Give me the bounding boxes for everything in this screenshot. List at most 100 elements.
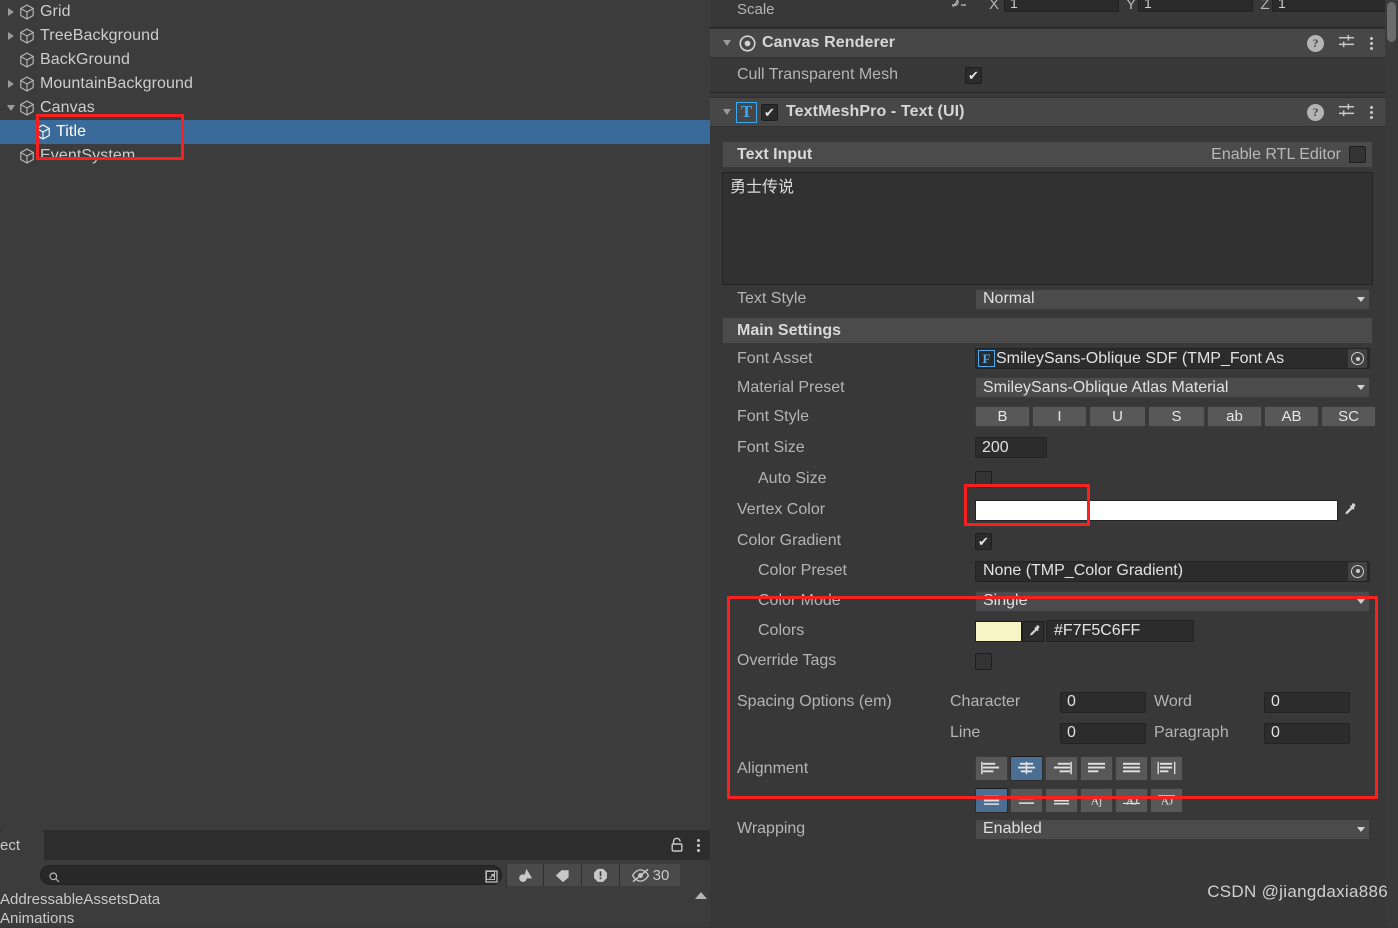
- save-search-icon[interactable]: [485, 869, 498, 883]
- font-asset-field[interactable]: F SmileySans-Oblique SDF (TMP_Font As: [975, 348, 1370, 369]
- object-picker-icon[interactable]: [1348, 349, 1367, 368]
- project-panel: ect 30 AddressableAssetsData Animations: [0, 830, 710, 928]
- text-style-label: Text Style: [737, 290, 807, 307]
- eyedropper-icon[interactable]: [1338, 502, 1360, 518]
- collapse-arrow-icon[interactable]: [4, 96, 18, 120]
- collapse-arrow-icon[interactable]: [718, 40, 736, 46]
- font-style-underline-button[interactable]: U: [1089, 406, 1146, 427]
- color-mode-dropdown[interactable]: Single: [975, 590, 1370, 612]
- font-style-lowercase-button[interactable]: ab: [1207, 406, 1262, 427]
- list-item[interactable]: Animations: [0, 909, 710, 928]
- text-style-value: Normal: [983, 290, 1035, 307]
- scale-z-field[interactable]: 1: [1272, 0, 1385, 12]
- override-tags-checkbox[interactable]: [975, 652, 992, 670]
- colors-swatch[interactable]: [975, 620, 1022, 642]
- tmp-enabled-checkbox[interactable]: [761, 103, 778, 121]
- color-preset-field[interactable]: None (TMP_Color Gradient): [975, 560, 1370, 582]
- hierarchy-item-treebackground[interactable]: TreeBackground: [0, 24, 710, 48]
- hierarchy-item-canvas[interactable]: Canvas: [0, 96, 710, 120]
- align-middle-icon[interactable]: [1010, 788, 1043, 813]
- material-preset-dropdown[interactable]: SmileySans-Oblique Atlas Material: [975, 377, 1370, 398]
- spacing-line-field[interactable]: 0: [1060, 722, 1146, 744]
- expand-arrow-icon[interactable]: [4, 0, 18, 24]
- font-asset-value: SmileySans-Oblique SDF (TMP_Font As: [996, 349, 1285, 367]
- lock-icon[interactable]: [670, 837, 684, 853]
- component-header-tmp-text[interactable]: T TextMeshPro - Text (UI) ?: [710, 97, 1385, 127]
- hierarchy-item-title[interactable]: Title: [0, 120, 710, 144]
- enable-rtl-editor-checkbox[interactable]: [1349, 146, 1366, 163]
- auto-size-checkbox[interactable]: [975, 470, 992, 488]
- spacing-word-field[interactable]: 0: [1264, 691, 1350, 713]
- wrapping-label: Wrapping: [737, 820, 806, 837]
- align-bottom-icon[interactable]: Aj: [1080, 788, 1113, 813]
- align-geometry-icon[interactable]: [1150, 756, 1183, 781]
- collapse-arrow-icon[interactable]: [718, 109, 736, 115]
- hierarchy-item-background[interactable]: BackGround: [0, 48, 710, 72]
- help-icon[interactable]: ?: [1307, 34, 1324, 52]
- search-input-wrapper[interactable]: [40, 865, 502, 885]
- filter-warning-icon[interactable]: [582, 864, 620, 886]
- tab-project-label: ect: [0, 836, 21, 854]
- project-scrollbar[interactable]: [695, 892, 708, 926]
- eyedropper-icon[interactable]: [1022, 620, 1044, 642]
- font-style-uppercase-button[interactable]: AB: [1264, 406, 1319, 427]
- cull-transparent-mesh-checkbox[interactable]: [965, 66, 982, 84]
- inspector-scrollbar-thumb[interactable]: [1387, 2, 1396, 42]
- vertex-color-swatch[interactable]: [975, 499, 1338, 521]
- scroll-up-arrow-icon[interactable]: [695, 892, 707, 899]
- align-justified-icon[interactable]: [1080, 756, 1113, 781]
- search-input[interactable]: [60, 867, 486, 883]
- hidden-objects-count[interactable]: 30: [620, 864, 680, 886]
- align-baseline-icon[interactable]: [1045, 788, 1078, 813]
- scale-x-field[interactable]: 1: [1004, 0, 1119, 12]
- alignment-vertical-group: Aj AJ AJ: [975, 788, 1185, 813]
- font-style-bold-button[interactable]: B: [975, 406, 1030, 427]
- preset-icon[interactable]: [1338, 33, 1355, 54]
- hierarchy-item-grid[interactable]: Grid: [0, 0, 710, 24]
- hidden-count-label: 30: [652, 866, 670, 884]
- list-item[interactable]: AddressableAssetsData: [0, 890, 710, 909]
- color-gradient-checkbox[interactable]: [975, 532, 992, 550]
- inspector-panel: Scale X 1 Y 1 Z 1 Canvas Renderer ? Cull…: [710, 0, 1398, 926]
- help-icon[interactable]: ?: [1307, 103, 1324, 121]
- hierarchy-panel: Grid TreeBackground BackGround MountainB…: [0, 0, 710, 830]
- kebab-menu-icon[interactable]: [696, 837, 700, 853]
- component-header-canvas-renderer[interactable]: Canvas Renderer ?: [710, 28, 1385, 58]
- wrapping-dropdown[interactable]: Enabled: [975, 818, 1370, 840]
- filter-by-type-icon[interactable]: [506, 864, 544, 886]
- align-right-icon[interactable]: [1045, 756, 1078, 781]
- gameobject-cube-icon: [18, 3, 36, 21]
- tab-project[interactable]: ect: [0, 830, 44, 860]
- filter-by-label-icon[interactable]: [544, 864, 582, 886]
- font-style-strikethrough-button[interactable]: S: [1148, 406, 1205, 427]
- align-flush-icon[interactable]: [1115, 756, 1148, 781]
- constrain-proportions-icon[interactable]: [950, 0, 968, 14]
- align-midline-icon[interactable]: AJ: [1150, 788, 1183, 813]
- align-left-icon[interactable]: [975, 756, 1008, 781]
- expand-arrow-icon[interactable]: [4, 24, 18, 48]
- preset-icon[interactable]: [1338, 102, 1355, 123]
- hierarchy-item-mountainbackground[interactable]: MountainBackground: [0, 72, 710, 96]
- hierarchy-item-eventsystem[interactable]: EventSystem: [0, 144, 710, 168]
- align-capline-icon[interactable]: AJ: [1115, 788, 1148, 813]
- inspector-scrollbar[interactable]: [1385, 0, 1398, 926]
- align-center-icon[interactable]: [1010, 756, 1043, 781]
- expand-arrow-icon[interactable]: [4, 72, 18, 96]
- font-size-field[interactable]: 200: [975, 437, 1047, 458]
- spacing-paragraph-field[interactable]: 0: [1264, 722, 1350, 744]
- text-input-textarea[interactable]: 勇士传说: [722, 172, 1373, 285]
- colors-hex-field[interactable]: #F7F5C6FF: [1046, 620, 1194, 642]
- align-top-icon[interactable]: [975, 788, 1008, 813]
- font-size-label: Font Size: [737, 438, 805, 456]
- spacing-character-field[interactable]: 0: [1060, 691, 1146, 713]
- font-style-smallcaps-button[interactable]: SC: [1321, 406, 1376, 427]
- scale-y-field[interactable]: 1: [1138, 0, 1253, 12]
- font-style-italic-button[interactable]: I: [1032, 406, 1087, 427]
- kebab-menu-icon[interactable]: [1369, 104, 1373, 120]
- text-style-dropdown[interactable]: Normal: [975, 288, 1370, 310]
- kebab-menu-icon[interactable]: [1369, 35, 1373, 51]
- unity-editor-window: Grid TreeBackground BackGround MountainB…: [0, 0, 1398, 928]
- component-title: Canvas Renderer: [762, 34, 896, 51]
- object-picker-icon[interactable]: [1348, 561, 1367, 581]
- spacing-line-label: Line: [950, 724, 981, 741]
